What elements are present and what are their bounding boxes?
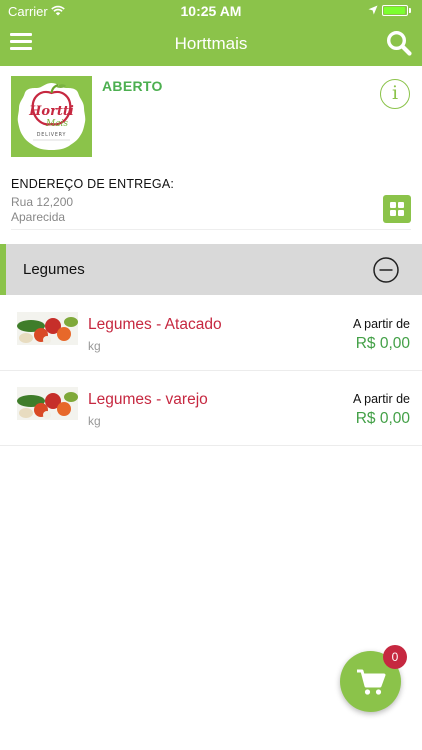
address-district: Aparecida	[11, 210, 66, 224]
product-unit: kg	[88, 339, 101, 353]
top-bar: Carrier 10:25 AM Horttmais	[0, 0, 422, 66]
vegetables-thumbnail	[17, 387, 78, 420]
category-header-legumes[interactable]: Legumes	[0, 244, 422, 295]
address-street: Rua 12,200	[11, 195, 74, 209]
battery-level	[384, 7, 405, 14]
divider	[11, 229, 411, 230]
cart-count-badge: 0	[383, 645, 407, 669]
search-icon[interactable]	[386, 30, 412, 56]
category-title: Legumes	[23, 261, 85, 278]
page-title: Horttmais	[174, 34, 248, 53]
svg-text:Mais: Mais	[45, 119, 68, 129]
status-time: 10:25 AM	[180, 3, 242, 19]
cart-icon	[357, 669, 386, 695]
product-row[interactable]: Legumes - varejo kg A partir de R$ 0,00	[0, 371, 422, 446]
product-price: R$ 0,00	[355, 335, 410, 352]
store-status: ABERTO	[102, 78, 163, 94]
battery-icon	[382, 5, 408, 16]
svg-text:Hortti: Hortti	[28, 104, 74, 119]
store-logo: Hortti Mais DELIVERY	[11, 76, 92, 157]
grid-icon[interactable]	[383, 195, 411, 223]
delivery-address-label: ENDEREÇO DE ENTREGA:	[11, 177, 175, 191]
row-divider	[0, 445, 422, 446]
vegetables-thumbnail	[17, 312, 78, 345]
minus-circle-icon[interactable]	[373, 257, 399, 283]
product-unit: kg	[88, 414, 101, 428]
svg-text:DELIVERY: DELIVERY	[37, 132, 66, 138]
location-arrow-icon	[368, 5, 378, 15]
battery-tip	[409, 8, 411, 13]
price-from-label: A partir de	[353, 317, 410, 331]
product-name: Legumes - varejo	[88, 391, 208, 408]
product-price: R$ 0,00	[355, 410, 410, 427]
status-bar: Carrier 10:25 AM	[0, 0, 422, 22]
category-accent-bar	[0, 244, 6, 295]
product-name: Legumes - Atacado	[88, 316, 222, 333]
price-from-label: A partir de	[353, 392, 410, 406]
info-icon[interactable]: i	[380, 79, 410, 109]
product-row[interactable]: Legumes - Atacado kg A partir de R$ 0,00	[0, 296, 422, 371]
